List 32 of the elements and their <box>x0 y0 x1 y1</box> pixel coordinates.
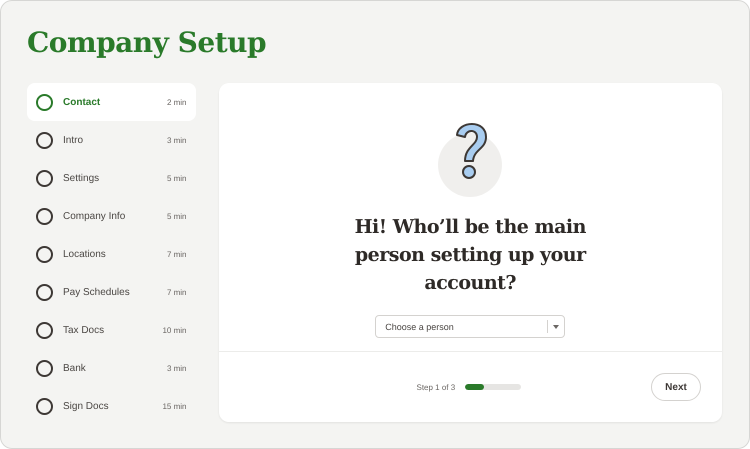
step-time: 3 min <box>166 136 186 144</box>
step-item[interactable]: Locations 7 min <box>27 235 196 273</box>
step-time: 2 min <box>166 98 186 106</box>
step-item[interactable]: Sign Docs 15 min <box>27 387 196 425</box>
step-time: 15 min <box>162 402 186 410</box>
step-item[interactable]: Company Info 5 min <box>27 197 196 235</box>
step-item[interactable]: Tax Docs 10 min <box>27 311 196 349</box>
step-item[interactable]: Bank 3 min <box>27 349 196 387</box>
circle-icon <box>36 132 53 148</box>
step-counter: Step 1 of 3 <box>416 382 456 392</box>
circle-icon <box>36 246 53 262</box>
step-time: 3 min <box>166 364 186 372</box>
step-item[interactable]: Pay Schedules 7 min <box>27 273 196 311</box>
circle-icon <box>36 398 53 414</box>
step-time: 10 min <box>162 326 186 334</box>
person-select[interactable]: Choose a person <box>375 315 566 338</box>
step-item[interactable]: Settings 5 min <box>27 159 196 197</box>
page-title: Company Setup <box>27 24 268 60</box>
circle-icon <box>36 170 53 186</box>
circle-icon <box>36 94 53 110</box>
circle-icon <box>36 360 53 376</box>
circle-icon <box>36 322 53 338</box>
step-time: 7 min <box>166 250 186 258</box>
circle-icon <box>36 284 53 300</box>
step-item[interactable]: Intro 3 min <box>27 121 196 159</box>
step-item[interactable]: Contact 2 min <box>27 83 196 121</box>
circle-icon <box>36 208 53 224</box>
step-time: 7 min <box>166 288 186 296</box>
next-button[interactable]: Next <box>651 373 701 401</box>
step-time: 5 min <box>166 174 186 182</box>
question-heading: Hi! Who’ll be the main person setting up your account? <box>354 215 588 296</box>
step-time: 5 min <box>166 212 186 220</box>
